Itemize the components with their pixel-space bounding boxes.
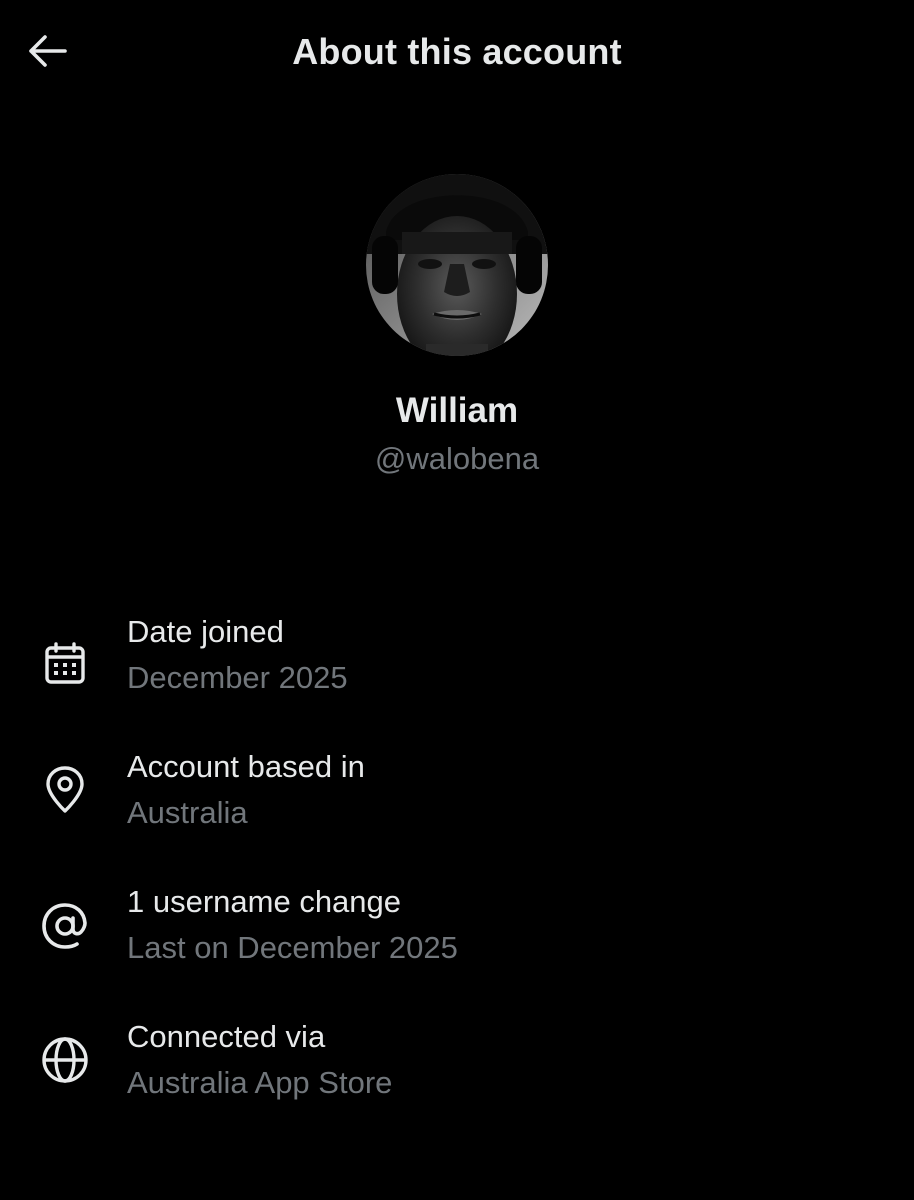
account-based-in-value: Australia bbox=[127, 795, 248, 830]
info-row-connected-via: Connected via Australia App Store bbox=[0, 1016, 914, 1126]
info-row-username-change: 1 username change Last on December 2025 bbox=[0, 881, 914, 991]
info-row-date-joined: Date joined December 2025 bbox=[0, 611, 914, 721]
username-handle: @walobena bbox=[374, 441, 540, 476]
connected-via-label: Connected via bbox=[127, 1019, 326, 1054]
location-pin-icon bbox=[36, 761, 94, 819]
username-change-value: Last on December 2025 bbox=[127, 930, 458, 965]
display-name: William bbox=[395, 391, 519, 430]
date-joined-value: December 2025 bbox=[127, 660, 348, 695]
info-row-account-based-in: Account based in Australia bbox=[0, 746, 914, 856]
calendar-icon bbox=[36, 635, 94, 693]
username-change-label: 1 username change bbox=[127, 884, 402, 919]
globe-icon bbox=[36, 1031, 94, 1089]
top-bar: About this account bbox=[0, 0, 914, 104]
page-title: About this account bbox=[292, 31, 622, 72]
connected-via-value: Australia App Store bbox=[127, 1065, 393, 1100]
account-based-in-label: Account based in bbox=[127, 749, 365, 784]
avatar[interactable] bbox=[366, 174, 548, 356]
date-joined-label: Date joined bbox=[127, 614, 284, 649]
at-sign-icon bbox=[36, 897, 94, 955]
